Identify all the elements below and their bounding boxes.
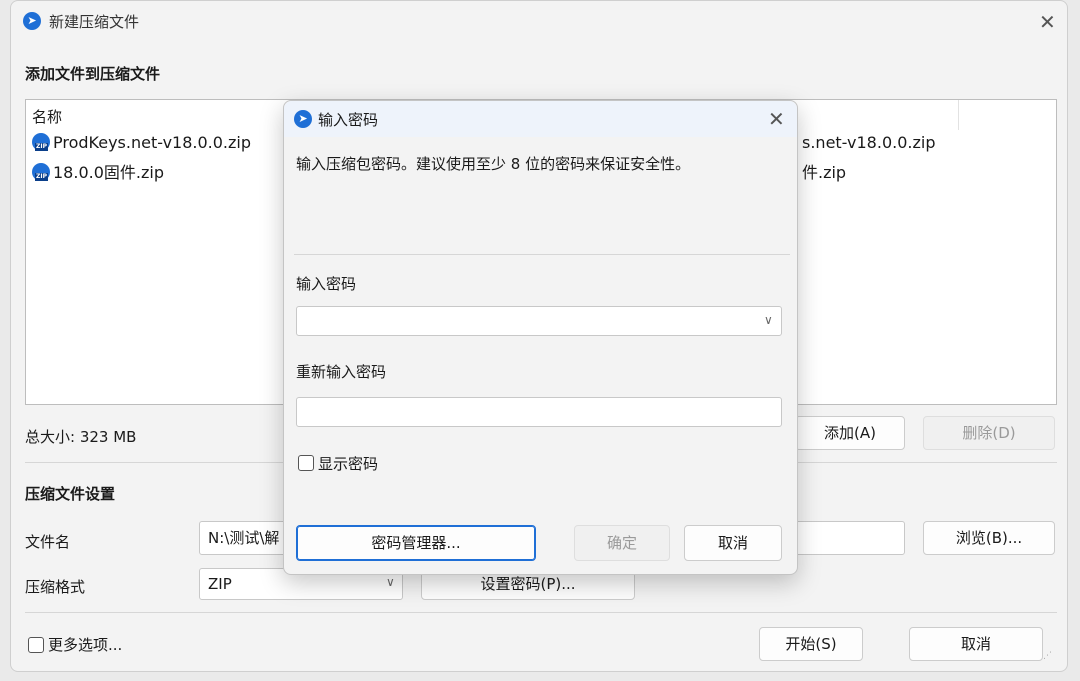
- delete-button[interactable]: 删除(D): [923, 416, 1055, 450]
- chevron-down-icon: ∨: [386, 575, 395, 589]
- start-button[interactable]: 开始(S): [759, 627, 863, 661]
- show-password-label[interactable]: 显示密码: [318, 453, 378, 474]
- add-button[interactable]: 添加(A): [795, 416, 905, 450]
- list-item-peek: s.net-v18.0.0.zip: [802, 133, 936, 152]
- list-item[interactable]: 18.0.0固件.zip: [32, 159, 164, 183]
- more-options-checkbox[interactable]: [28, 637, 44, 653]
- more-options-label[interactable]: 更多选项...: [48, 634, 122, 655]
- browse-button[interactable]: 浏览(B)...: [923, 521, 1055, 555]
- window-close-icon[interactable]: ✕: [1039, 10, 1056, 34]
- column-header-name[interactable]: 名称: [32, 106, 62, 127]
- password-dialog: ➤ 输入密码 ✕ 输入压缩包密码。建议使用至少 8 位的密码来保证安全性。 输入…: [283, 100, 798, 575]
- window-title: 新建压缩文件: [49, 13, 140, 31]
- password-label: 输入密码: [296, 275, 357, 293]
- app-logo-icon: ➤: [23, 12, 41, 30]
- column-divider: [958, 100, 959, 130]
- dialog-title: 输入密码: [318, 111, 379, 129]
- dialog-logo-icon: ➤: [294, 110, 312, 128]
- filename-label: 文件名: [25, 533, 71, 551]
- footer-divider: [25, 612, 1057, 613]
- password-manager-button[interactable]: 密码管理器...: [296, 525, 536, 561]
- total-size-label: 总大小: 323 MB: [25, 428, 137, 446]
- file-name: 18.0.0固件.zip: [53, 163, 164, 182]
- zip-file-icon: [32, 133, 50, 151]
- dialog-cancel-button[interactable]: 取消: [684, 525, 782, 561]
- add-files-heading: 添加文件到压缩文件: [25, 65, 161, 83]
- zip-file-icon: [32, 163, 50, 181]
- show-password-checkbox[interactable]: [298, 455, 314, 471]
- chevron-down-icon[interactable]: ∨: [764, 313, 773, 327]
- format-label: 压缩格式: [25, 578, 86, 596]
- file-name: ProdKeys.net-v18.0.0.zip: [53, 133, 252, 152]
- resize-grip-icon[interactable]: ⋰: [1043, 651, 1053, 661]
- repeat-password-label: 重新输入密码: [296, 363, 387, 381]
- repeat-password-field[interactable]: [296, 397, 782, 427]
- ok-button[interactable]: 确定: [574, 525, 670, 561]
- list-item[interactable]: ProdKeys.net-v18.0.0.zip: [32, 133, 251, 152]
- archive-settings-heading: 压缩文件设置: [25, 485, 116, 503]
- dialog-description: 输入压缩包密码。建议使用至少 8 位的密码来保证安全性。: [296, 155, 691, 173]
- dialog-close-icon[interactable]: ✕: [768, 107, 785, 131]
- list-item-peek: 件.zip: [802, 163, 847, 182]
- cancel-button[interactable]: 取消: [909, 627, 1043, 661]
- dialog-divider: [294, 254, 790, 255]
- password-field[interactable]: [296, 306, 782, 336]
- format-value: ZIP: [208, 575, 232, 593]
